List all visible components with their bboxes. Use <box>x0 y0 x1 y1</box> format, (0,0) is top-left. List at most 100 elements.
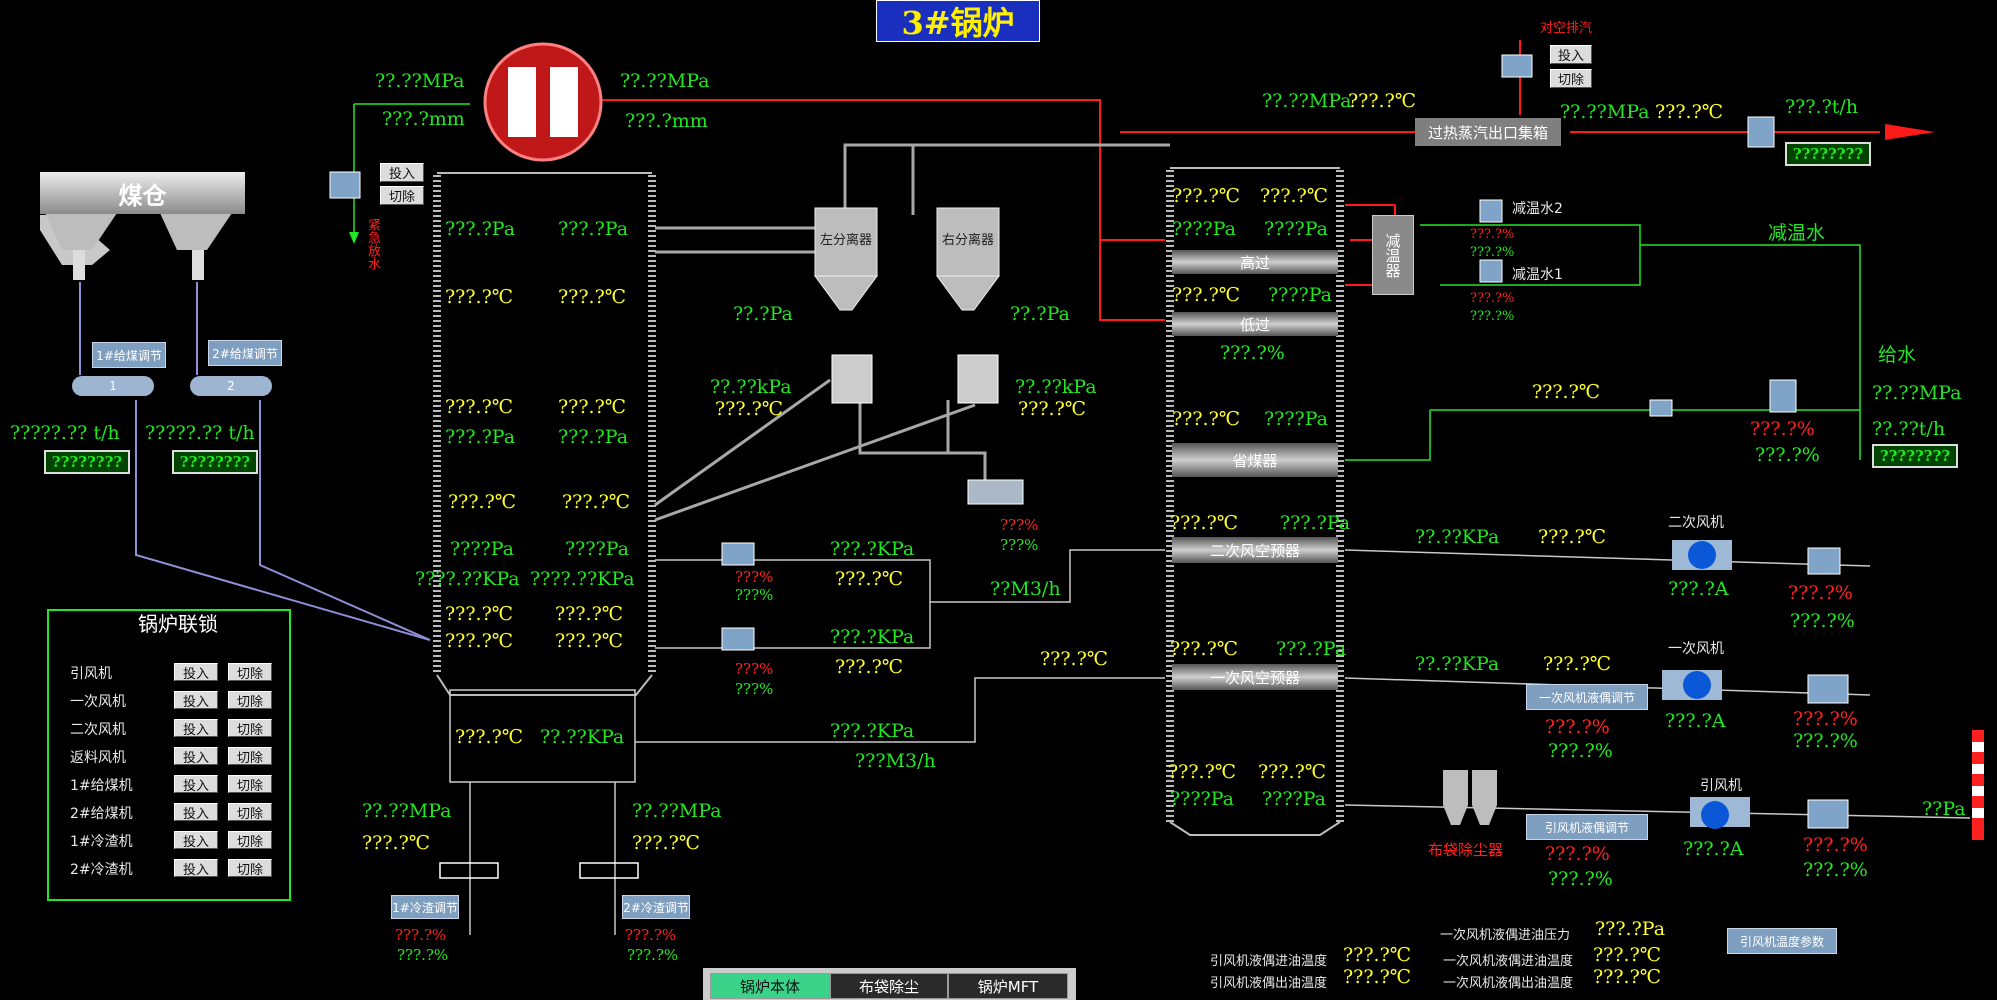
desup1-pct2: ???.?% <box>1470 309 1515 324</box>
drum-level-right: ???.?mm <box>625 110 708 132</box>
tail-pa-1r: ????Pa <box>1264 218 1329 240</box>
feeder-2-flow: ?????.?? t/h <box>145 422 255 444</box>
steam-flow: ???.?t/h <box>1785 96 1859 118</box>
feeder-2-adjust-button[interactable]: 2#给煤调节 <box>208 340 282 366</box>
outlet-pressure: ??.??MPa <box>1560 101 1650 123</box>
furnace-pa-2r: ???.?Pa <box>558 426 629 448</box>
tab-bag-filter[interactable]: 布袋除尘 <box>830 973 948 999</box>
oil-label-pri-in-temp: 一次风机液偶进油温度 <box>1443 954 1574 969</box>
interlock-in-button-7[interactable]: 投入 <box>174 859 218 878</box>
sec-fan-valve-pct1: ???.?% <box>1788 582 1853 604</box>
interlock-label-6: 1#冷渣机 <box>70 834 133 850</box>
high-temp-superheater: 高过 <box>1172 250 1338 274</box>
interlock-out-button-4[interactable]: 切除 <box>228 775 272 794</box>
bag-filter-label: 布袋除尘器 <box>1428 841 1504 859</box>
interlock-in-button-6[interactable]: 投入 <box>174 831 218 850</box>
interlock-in-button-2[interactable]: 投入 <box>174 719 218 738</box>
oil-id-out-temp: ???.?℃ <box>1343 966 1412 988</box>
pri-fan-valve-pct1: ???.?% <box>1793 708 1858 730</box>
interlock-out-button-7[interactable]: 切除 <box>228 859 272 878</box>
desup2-pct1: ???.?% <box>1470 227 1515 242</box>
desup-water-2-label: 减温水2 <box>1512 201 1563 217</box>
interlock-label-0: 引风机 <box>70 666 112 682</box>
induced-fan-temp-params-button[interactable]: 引风机温度参数 <box>1727 928 1837 954</box>
pri-fan-pct2: ???.?% <box>1548 740 1613 762</box>
right-separator-pa: ??.?Pa <box>1010 303 1070 325</box>
desuperheater: 减温器 <box>1372 215 1414 295</box>
tail-pa-6r: ????Pa <box>1262 788 1327 810</box>
interlock-label-5: 2#给煤机 <box>70 806 133 822</box>
sec-air-flow: ??M3/h <box>990 578 1061 600</box>
steam-total: ???????? <box>1785 142 1871 166</box>
outlet-pressure-top: ??.??MPa <box>1262 90 1352 112</box>
furnace-pa-1l: ???.?Pa <box>445 218 516 240</box>
interlock-out-button-2[interactable]: 切除 <box>228 719 272 738</box>
feedwater-valve-pct1: ???.?% <box>1750 418 1815 440</box>
furnace-temp-2l: ???.?℃ <box>445 396 514 418</box>
interlock-out-button-5[interactable]: 切除 <box>228 803 272 822</box>
induced-fan-coupling-button[interactable]: 引风机液偶调节 <box>1526 814 1648 840</box>
tail-pa-4: ???.?Pa <box>1280 512 1351 534</box>
primary-fan-coupling-button[interactable]: 一次风机液偶调节 <box>1526 684 1648 710</box>
furnace-kpa-l: ????.??KPa <box>415 568 520 590</box>
secondary-fan-label: 二次风机 <box>1668 515 1724 531</box>
low-temp-superheater: 低过 <box>1172 312 1338 336</box>
oil-id-in-temp: ???.?℃ <box>1343 944 1412 966</box>
vent-out-button[interactable]: 切除 <box>1550 69 1592 88</box>
superheated-steam-header: 过热蒸汽出口集箱 <box>1415 118 1561 146</box>
feedwater-flow: ??.??t/h <box>1872 418 1946 440</box>
feeder-1-adjust-button[interactable]: 1#给煤调节 <box>92 342 166 368</box>
emergency-drain-label: 紧急放水 <box>365 218 380 270</box>
slag-cooler-2-adjust-button[interactable]: 2#冷渣调节 <box>622 895 690 919</box>
interlock-in-button-5[interactable]: 投入 <box>174 803 218 822</box>
left-loopseal-kpa: ??.??kPa <box>710 376 792 398</box>
drum-pressure-right: ??.??MPa <box>620 70 710 92</box>
pri-fan-kpa: ??.??KPa <box>1415 653 1500 675</box>
emergency-drain-out-button[interactable]: 切除 <box>380 186 424 205</box>
vent-in-button[interactable]: 投入 <box>1550 45 1592 64</box>
furnace-temp-2r: ???.?℃ <box>558 396 627 418</box>
sec-air-temp2: ???.?℃ <box>835 656 904 678</box>
oil-label-id-in-temp: 引风机液偶进油温度 <box>1210 954 1328 969</box>
tab-boiler-body[interactable]: 锅炉本体 <box>710 973 830 999</box>
tail-pa-2r: ????Pa <box>1268 284 1333 306</box>
feeder-2[interactable]: 2 <box>190 376 272 396</box>
tail-pa-3: ????Pa <box>1264 408 1329 430</box>
interlock-label-1: 一次风机 <box>70 694 126 710</box>
oil-label-pri-in-pressure: 一次风机液偶进油压力 <box>1440 928 1571 943</box>
desup2-pct2: ???.?% <box>1470 245 1515 260</box>
interlock-in-button-3[interactable]: 投入 <box>174 747 218 766</box>
interlock-title: 锅炉联锁 <box>138 612 218 636</box>
interlock-out-button-3[interactable]: 切除 <box>228 747 272 766</box>
sec-fan-temp: ???.?℃ <box>1538 526 1607 548</box>
sec-air-kpa1: ???.?KPa <box>830 538 915 560</box>
interlock-in-button-0[interactable]: 投入 <box>174 663 218 682</box>
slag1-pct1: ???.?% <box>395 926 447 944</box>
feed-water-label: 给水 <box>1878 344 1917 366</box>
tab-boiler-mft[interactable]: 锅炉MFT <box>948 973 1068 999</box>
interlock-out-button-0[interactable]: 切除 <box>228 663 272 682</box>
furnace-pa-1r: ???.?Pa <box>558 218 629 240</box>
bed-pressure: ??.??KPa <box>540 726 625 748</box>
outlet-temp: ???.?℃ <box>1655 101 1724 123</box>
return-fan-pct1: ???% <box>1000 516 1039 534</box>
sec-fan-valve-pct2: ???.?% <box>1790 610 1855 632</box>
feeder-1[interactable]: 1 <box>72 376 154 396</box>
emergency-drain-in-button[interactable]: 投入 <box>380 163 424 182</box>
furnace-pa-2l: ???.?Pa <box>445 426 516 448</box>
oil-pri-in-temp: ???.?℃ <box>1593 944 1662 966</box>
interlock-in-button-4[interactable]: 投入 <box>174 775 218 794</box>
drum-pressure-left: ??.??MPa <box>375 70 465 92</box>
furnace-temp-3l: ???.?℃ <box>448 491 517 513</box>
bed-temp: ???.?℃ <box>455 726 524 748</box>
furnace-kpa-r: ????.??KPa <box>530 568 635 590</box>
oil-label-pri-out-temp: 一次风机液偶出油温度 <box>1443 976 1574 991</box>
pri-fan-valve-pct2: ???.?% <box>1793 730 1858 752</box>
interlock-out-button-6[interactable]: 切除 <box>228 831 272 850</box>
slag-cooler-1-adjust-button[interactable]: 1#冷渣调节 <box>391 895 459 919</box>
desuperheater-label: 减温器 <box>1383 232 1402 278</box>
interlock-label-2: 二次风机 <box>70 722 126 738</box>
interlock-out-button-1[interactable]: 切除 <box>228 691 272 710</box>
interlock-in-button-1[interactable]: 投入 <box>174 691 218 710</box>
feedwater-pressure: ??.??MPa <box>1872 382 1962 404</box>
